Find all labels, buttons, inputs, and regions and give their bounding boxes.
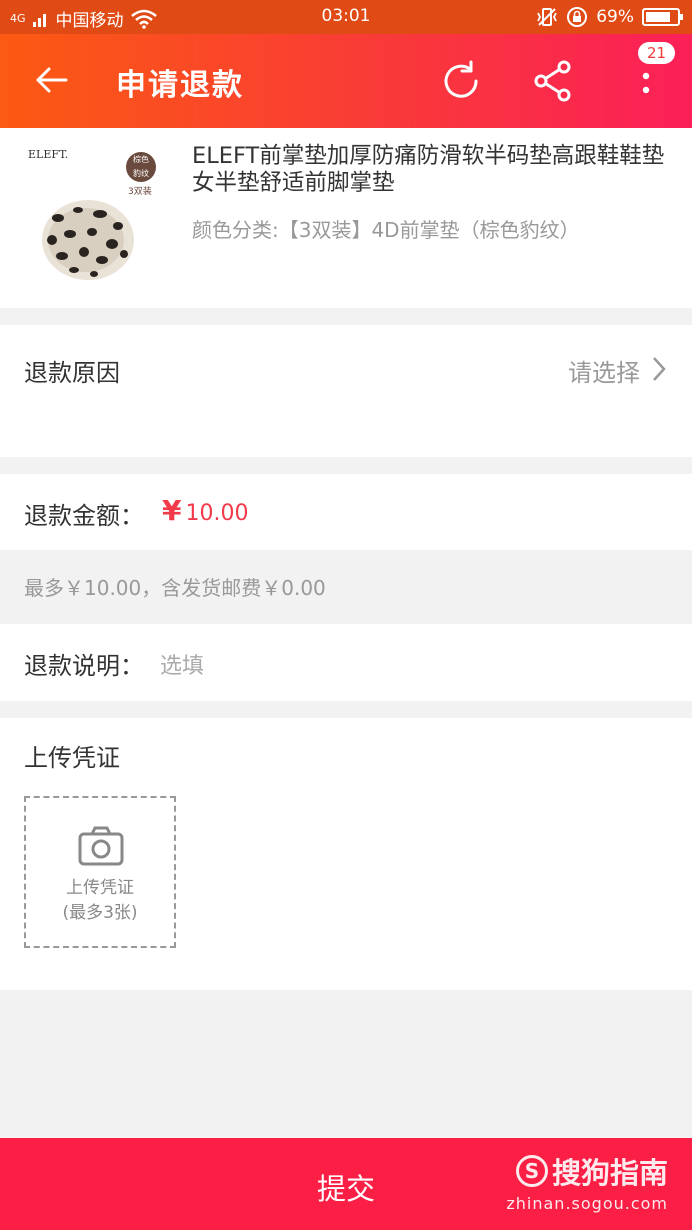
refund-amount-input[interactable]: ¥10.00 bbox=[162, 494, 248, 527]
product-card[interactable]: ELEFT. 棕色 豹纹 3双装 ELEFT前掌垫加厚防痛防滑软半码垫高跟鞋鞋垫… bbox=[0, 128, 692, 308]
refund-amount-value: 10.00 bbox=[185, 501, 249, 526]
chevron-right-icon bbox=[653, 357, 666, 381]
back-arrow-icon[interactable] bbox=[32, 60, 72, 100]
refund-amount-label: 退款金额： bbox=[24, 502, 144, 530]
refund-amount-row: 退款金额： ¥10.00 bbox=[0, 474, 692, 550]
submit-bar: 提交 S 搜狗指南 zhinan.sogou.com bbox=[0, 1138, 692, 1230]
refund-reason-label: 退款原因 bbox=[24, 359, 120, 387]
upload-box-line2: (最多3张) bbox=[62, 903, 138, 923]
leopard-insole-illustration bbox=[42, 200, 134, 280]
watermark: S 搜狗指南 zhinan.sogou.com bbox=[506, 1150, 668, 1213]
notification-badge: 21 bbox=[638, 42, 676, 64]
share-icon[interactable] bbox=[531, 58, 577, 104]
upload-box-line1: 上传凭证 bbox=[66, 878, 134, 898]
battery-percent: 69% bbox=[596, 7, 634, 27]
refund-max-hint: 最多￥10.00，含发货邮费￥0.00 bbox=[24, 576, 326, 600]
watermark-cn: S 搜狗指南 bbox=[506, 1150, 668, 1192]
rotation-lock-icon bbox=[567, 7, 588, 27]
upload-photo-button[interactable]: 上传凭证 (最多3张) bbox=[24, 796, 176, 948]
refund-reason-select[interactable]: 请选择 bbox=[568, 353, 640, 388]
page-title: 申请退款 bbox=[116, 68, 244, 103]
upload-label: 上传凭证 bbox=[24, 744, 120, 772]
upload-box-text: 上传凭证 (最多3张) bbox=[26, 876, 174, 926]
currency-symbol: ¥ bbox=[162, 494, 182, 527]
upload-section: 上传凭证 上传凭证 (最多3张) bbox=[0, 718, 692, 990]
sogou-logo-icon: S bbox=[515, 1155, 548, 1187]
product-title: ELEFT前掌垫加厚防痛防滑软半码垫高跟鞋鞋垫女半垫舒适前脚掌垫 bbox=[192, 143, 665, 196]
watermark-en: zhinan.sogou.com bbox=[506, 1194, 668, 1213]
app-header: 申请退款 21 bbox=[0, 34, 692, 128]
refund-note-row: 退款说明： 选填 bbox=[0, 624, 692, 701]
status-right: 69% bbox=[536, 6, 683, 28]
refund-note-label: 退款说明： bbox=[24, 652, 144, 680]
product-brand: ELEFT. bbox=[28, 148, 69, 161]
product-sku: 颜色分类:【3双装】4D前掌垫（棕色豹纹） bbox=[192, 218, 580, 242]
battery-icon bbox=[642, 8, 683, 26]
watermark-cn-text: 搜狗指南 bbox=[551, 1156, 668, 1190]
camera-icon bbox=[78, 826, 124, 866]
refund-request-screen: 4G 中国移动 03:01 69% 申请退款 21 ELEFT. 棕色 豹纹 3… bbox=[0, 0, 692, 1230]
refresh-icon[interactable] bbox=[438, 58, 484, 104]
status-bar: 4G 中国移动 03:01 69% bbox=[0, 0, 692, 34]
vibrate-icon bbox=[537, 8, 558, 26]
refund-note-input[interactable]: 选填 bbox=[160, 648, 204, 680]
more-options-icon[interactable] bbox=[636, 64, 656, 104]
product-image-tag: 棕色 豹纹 bbox=[126, 152, 156, 182]
product-image: ELEFT. 棕色 豹纹 3双装 bbox=[24, 144, 170, 290]
refund-reason-row[interactable]: 退款原因 请选择 bbox=[0, 325, 692, 457]
